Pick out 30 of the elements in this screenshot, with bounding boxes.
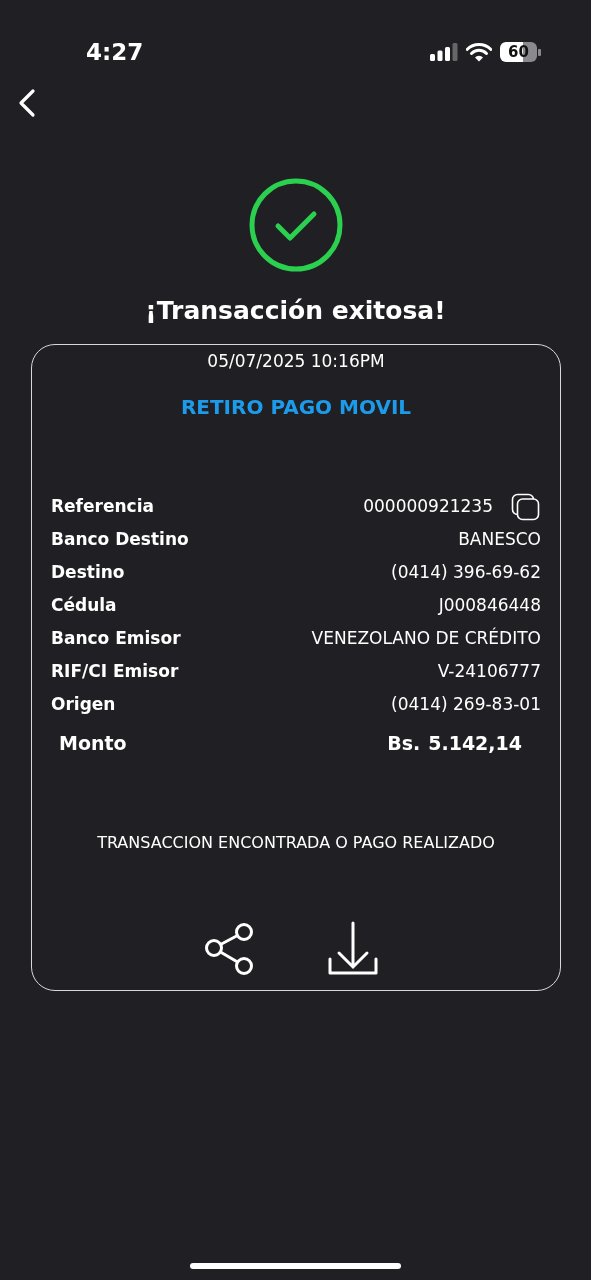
detail-label: Cédula: [51, 593, 117, 617]
detail-label: Banco Destino: [51, 527, 189, 551]
share-button[interactable]: [203, 921, 255, 977]
copy-button[interactable]: [511, 492, 541, 521]
amount-value: 5.142,14: [428, 730, 522, 756]
status-time: 4:27: [86, 37, 144, 67]
detail-label: Referencia: [51, 494, 154, 518]
detail-value: (0414) 396-69-62: [391, 560, 541, 584]
detail-value: (0414) 269-83-01: [391, 692, 541, 716]
detail-label: Banco Emisor: [51, 626, 181, 650]
detail-value: V-24106777: [437, 659, 541, 683]
success-check-icon: [248, 178, 343, 272]
detail-label: Origen: [51, 692, 116, 716]
detail-value: J000846448: [438, 593, 541, 617]
detail-value: VENEZOLANO DE CRÉDITO: [311, 626, 541, 650]
currency-label: Bs.: [387, 730, 421, 756]
status-message: TRANSACCION ENCONTRADA O PAGO REALIZADO: [96, 832, 496, 854]
signal-icon: [430, 43, 458, 61]
detail-label: RIF/CI Emisor: [51, 659, 179, 683]
receipt-datetime: 05/07/2025 10:16PM: [206, 349, 386, 373]
battery-level: 60: [500, 42, 537, 62]
amount-label: Monto: [59, 730, 127, 756]
success-title: ¡Transacción exitosa!: [144, 295, 447, 327]
battery-tip-icon: [538, 48, 541, 56]
detail-label: Destino: [51, 560, 125, 584]
detail-value: BANESCO: [458, 527, 541, 551]
download-button[interactable]: [327, 921, 379, 977]
detail-value: 000000921235: [363, 494, 493, 518]
wifi-icon: [466, 42, 492, 62]
operation-title: RETIRO PAGO MOVIL: [179, 394, 413, 421]
